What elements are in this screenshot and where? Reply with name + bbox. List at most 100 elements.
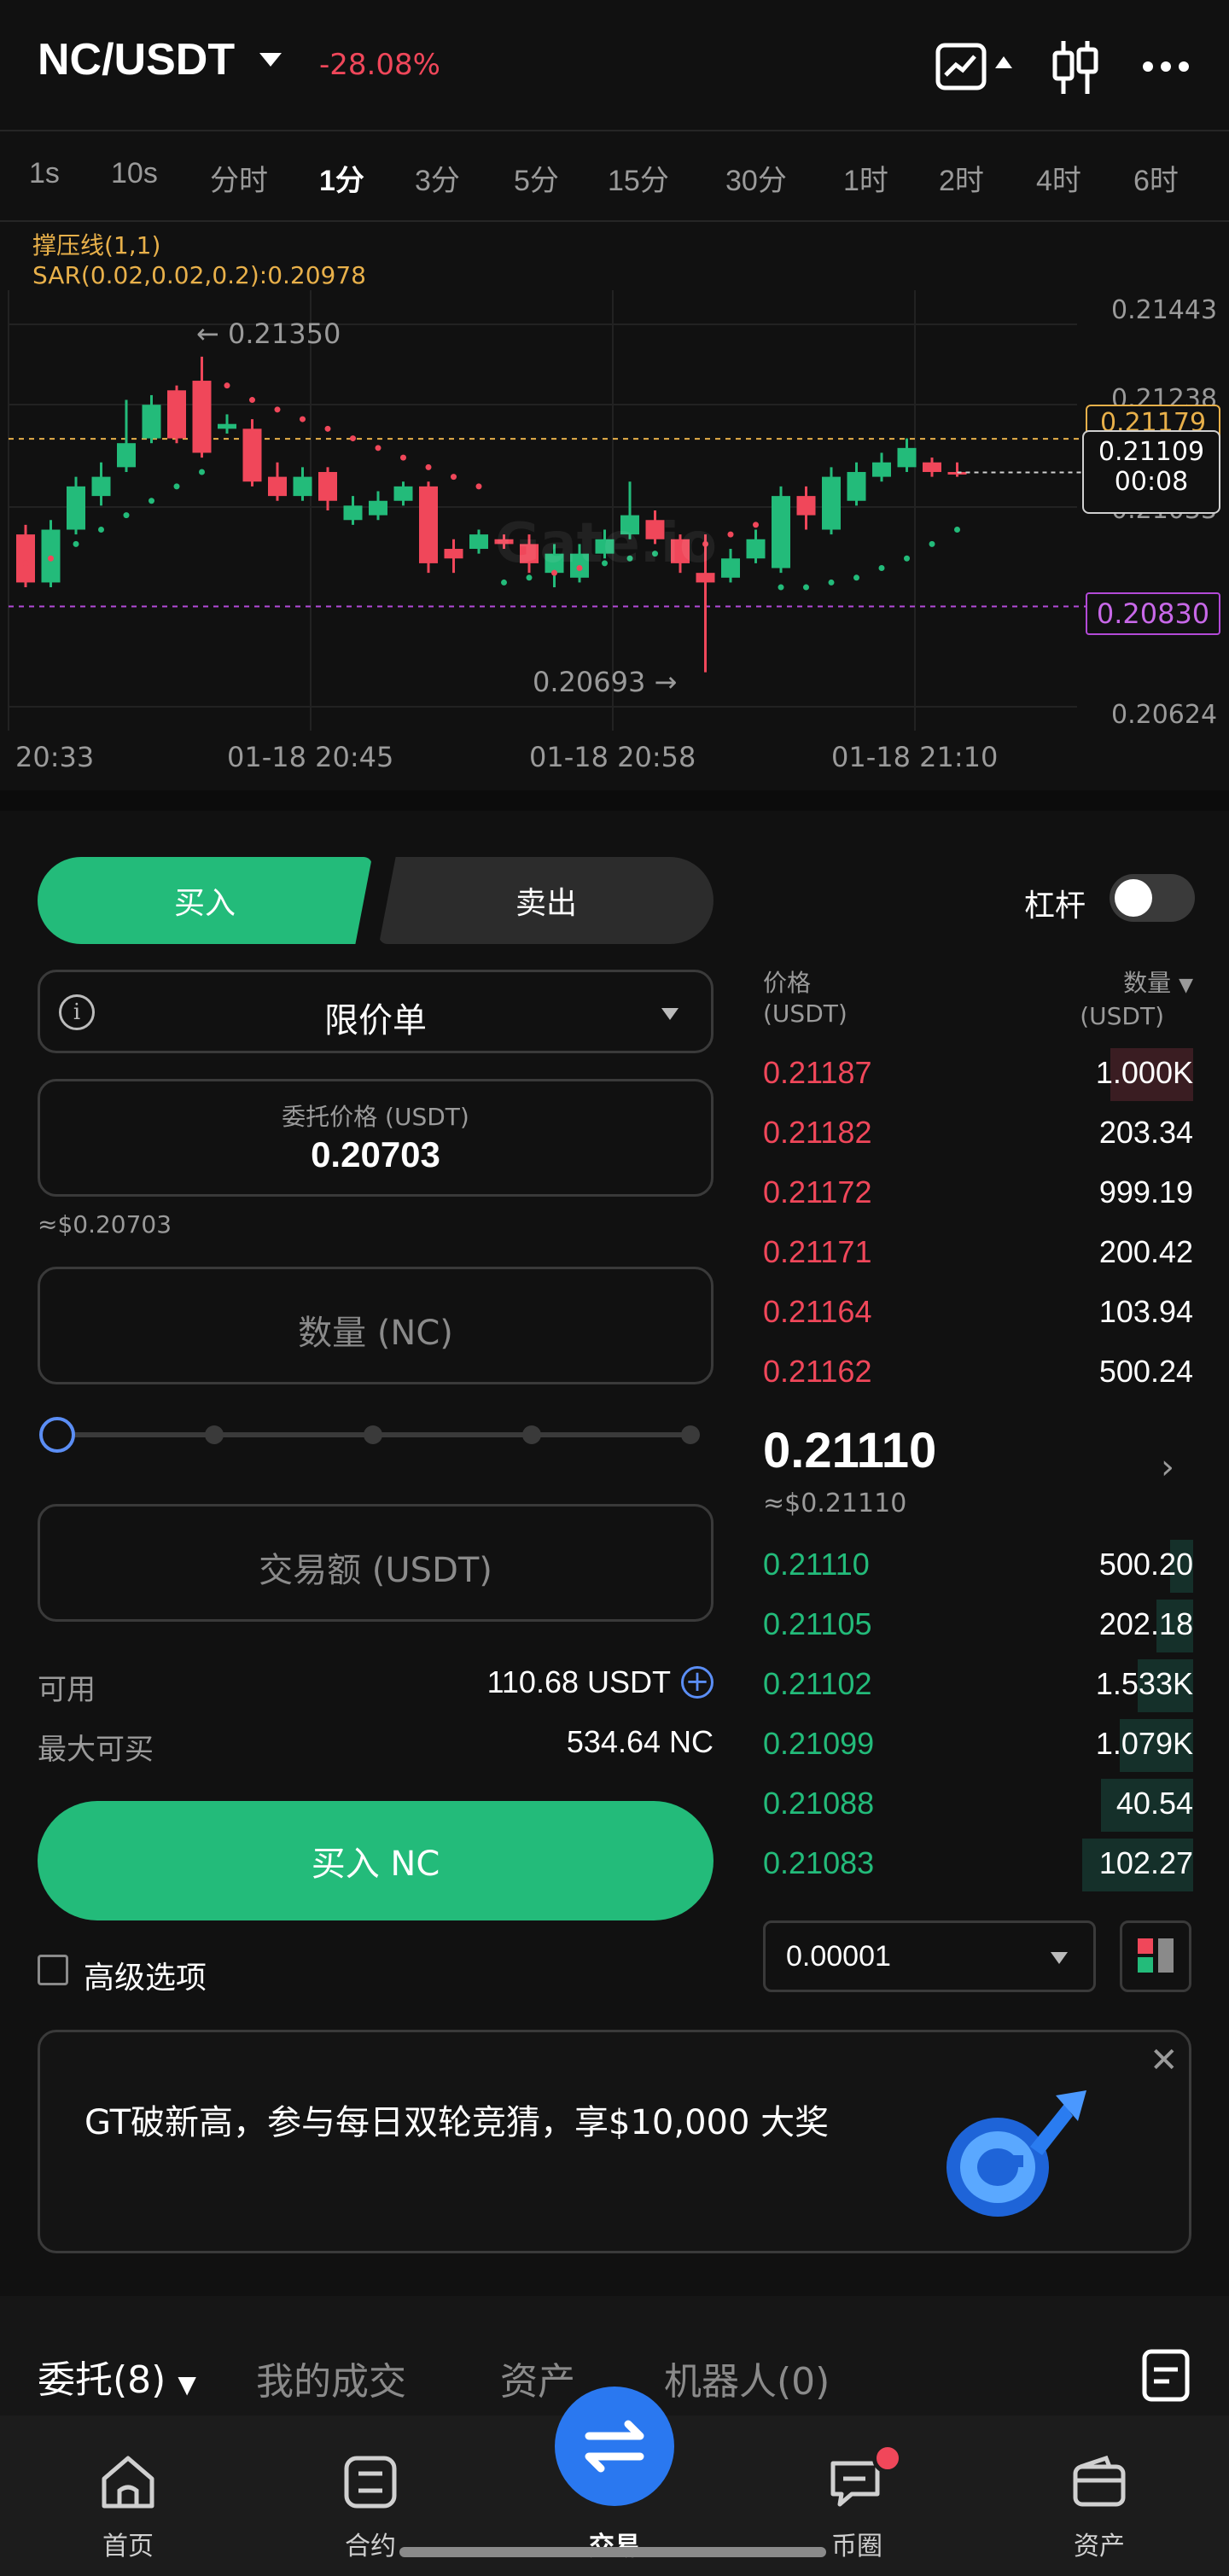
sar-dot <box>350 435 356 442</box>
pair-dropdown-caret-icon[interactable] <box>259 53 282 67</box>
candle-body <box>923 462 941 472</box>
timeframe-tab[interactable]: 1s <box>29 157 60 190</box>
nav-community[interactable]: 币圈 <box>789 2443 925 2562</box>
home-indicator-bar <box>399 2547 826 2557</box>
orderbook-qty-header[interactable]: 数量 ▼ (USDT) <box>1080 968 1193 1032</box>
price-input[interactable]: 委托价格 (USDT) 0.20703 <box>38 1079 714 1197</box>
high-price-annotation: ← 0.21350 <box>196 318 341 350</box>
orderbook-qty-header-label: 数量 <box>1123 969 1172 997</box>
orderbook-price[interactable]: 0.21105 <box>763 1606 871 1642</box>
orderbook-price[interactable]: 0.21164 <box>763 1294 871 1330</box>
orderbook-price[interactable]: 0.21088 <box>763 1786 874 1821</box>
precision-select[interactable]: 0.00001 <box>763 1920 1096 1992</box>
header-divider <box>0 130 1229 131</box>
buy-tab[interactable]: 买入 <box>38 857 372 944</box>
orderbook-price[interactable]: 0.21171 <box>763 1234 871 1270</box>
orderbook-price[interactable]: 0.21162 <box>763 1354 871 1390</box>
sar-indicator-label[interactable]: SAR(0.02,0.02,0.2):0.20978 <box>32 261 366 289</box>
amount-slider[interactable] <box>38 1410 714 1461</box>
orderbook-price[interactable]: 0.21187 <box>763 1055 871 1091</box>
orderbook-quantity[interactable]: 999.19 <box>1099 1174 1193 1210</box>
candlestick-settings-icon[interactable] <box>1051 38 1099 97</box>
timeframe-tab[interactable]: 4时 <box>1036 157 1081 199</box>
orderbook-price[interactable]: 0.21099 <box>763 1726 874 1762</box>
buy-nc-button[interactable]: 买入 NC <box>38 1801 714 1920</box>
slider-stop[interactable] <box>522 1425 541 1444</box>
orderbook-quantity[interactable]: 103.94 <box>1099 1294 1193 1330</box>
orderbook-layout-icon[interactable] <box>1120 1920 1191 1992</box>
nav-trade[interactable]: 交易 <box>546 2387 683 2566</box>
candle-body <box>772 496 790 568</box>
quantity-input[interactable]: 数量 (NC) <box>38 1267 714 1384</box>
candle-countdown: 00:08 <box>1114 467 1189 497</box>
slider-handle[interactable] <box>39 1417 75 1453</box>
order-list-icon[interactable] <box>1142 2349 1190 2402</box>
slider-stop[interactable] <box>681 1425 700 1444</box>
timeframe-tab[interactable]: 5分 <box>514 157 559 199</box>
trading-pair-title[interactable]: NC/USDT <box>38 34 235 85</box>
y-tick-label: 0.20624 <box>1111 700 1218 730</box>
tab-my-trades[interactable]: 我的成交 <box>256 2351 406 2405</box>
orderbook-quantity[interactable]: 200.42 <box>1099 1234 1193 1270</box>
advanced-options-checkbox[interactable] <box>38 1955 68 1985</box>
orderbook-price[interactable]: 0.21110 <box>763 1547 870 1582</box>
support-resistance-indicator-label[interactable]: 撑压线(1,1) <box>32 227 160 261</box>
timeframe-tab[interactable]: 3分 <box>415 157 460 199</box>
tab-orders[interactable]: 委托(8) ▼ <box>38 2349 196 2404</box>
sar-dot <box>501 579 507 586</box>
sell-tab[interactable]: 卖出 <box>379 857 714 944</box>
candle-body <box>218 423 236 429</box>
orderbook-quantity[interactable]: 202.18 <box>1099 1606 1193 1642</box>
sar-dot <box>954 527 960 533</box>
chevron-right-icon[interactable]: › <box>1161 1448 1174 1487</box>
orderbook-price[interactable]: 0.21102 <box>763 1666 871 1702</box>
orderbook-quantity[interactable]: 40.54 <box>1116 1786 1193 1821</box>
orderbook-price[interactable]: 0.21083 <box>763 1845 874 1881</box>
advanced-options-label[interactable]: 高级选项 <box>84 1953 207 1997</box>
sar-dot <box>375 445 382 452</box>
orderbook-quantity[interactable]: 1.533K <box>1096 1666 1193 1702</box>
chart-type-icon[interactable] <box>935 43 987 90</box>
orderbook-quantity[interactable]: 500.24 <box>1099 1354 1193 1390</box>
candle-body <box>268 476 287 497</box>
more-icon[interactable] <box>1142 60 1190 72</box>
orderbook-quantity[interactable]: 1.000K <box>1096 1055 1193 1091</box>
mid-price[interactable]: 0.21110 <box>763 1422 936 1479</box>
qty-unit-dropdown-icon[interactable]: ▼ <box>1179 975 1193 996</box>
timeframe-tab[interactable]: 6时 <box>1133 157 1179 199</box>
nav-futures[interactable]: 合约 <box>302 2443 439 2562</box>
home-icon <box>102 2456 154 2509</box>
timeframe-tab[interactable]: 30分 <box>725 157 787 199</box>
orderbook-price[interactable]: 0.21172 <box>763 1174 871 1210</box>
orderbook-quantity[interactable]: 1.079K <box>1096 1726 1193 1762</box>
slider-stop[interactable] <box>205 1425 224 1444</box>
orderbook-price[interactable]: 0.21182 <box>763 1115 871 1151</box>
wallet-icon <box>1073 2455 1126 2507</box>
amount-input[interactable]: 交易额 (USDT) <box>38 1504 714 1622</box>
promo-banner[interactable]: GT破新高，参与每日双轮竞猜，享$10,000 大奖 ✕ <box>38 2030 1191 2253</box>
tab-bots[interactable]: 机器人(0) <box>664 2351 830 2405</box>
orderbook-quantity[interactable]: 500.20 <box>1099 1547 1193 1582</box>
timeframe-tab[interactable]: 1时 <box>843 157 888 199</box>
close-icon[interactable]: ✕ <box>1150 2041 1179 2080</box>
orderbook-quantity[interactable]: 203.34 <box>1099 1115 1193 1151</box>
slider-stop[interactable] <box>364 1425 382 1444</box>
timeframe-tab[interactable]: 10s <box>111 157 158 190</box>
timeframe-tab[interactable]: 分时 <box>210 157 268 199</box>
candle-body <box>822 476 841 530</box>
timeframe-tab[interactable]: 1分 <box>319 157 364 199</box>
timeframe-tab[interactable]: 2时 <box>939 157 984 199</box>
candle-body <box>746 539 766 559</box>
timeframe-tab[interactable]: 15分 <box>608 157 669 199</box>
price-usd-approx: ≈$0.20703 <box>38 1210 172 1238</box>
max-buy-value: 534.64 NC <box>566 1724 714 1759</box>
price-change-percent: -28.08% <box>319 48 440 82</box>
orderbook-quantity[interactable]: 102.27 <box>1099 1845 1193 1881</box>
nav-home[interactable]: 首页 <box>60 2443 196 2562</box>
add-funds-icon[interactable]: + <box>681 1666 714 1699</box>
sar-dot <box>526 574 533 581</box>
nav-assets[interactable]: 资产 <box>1031 2443 1168 2562</box>
chart-type-caret-icon[interactable] <box>995 56 1012 68</box>
price-input-value[interactable]: 0.20703 <box>40 1134 711 1175</box>
order-type-select[interactable]: i 限价单 <box>38 970 714 1053</box>
